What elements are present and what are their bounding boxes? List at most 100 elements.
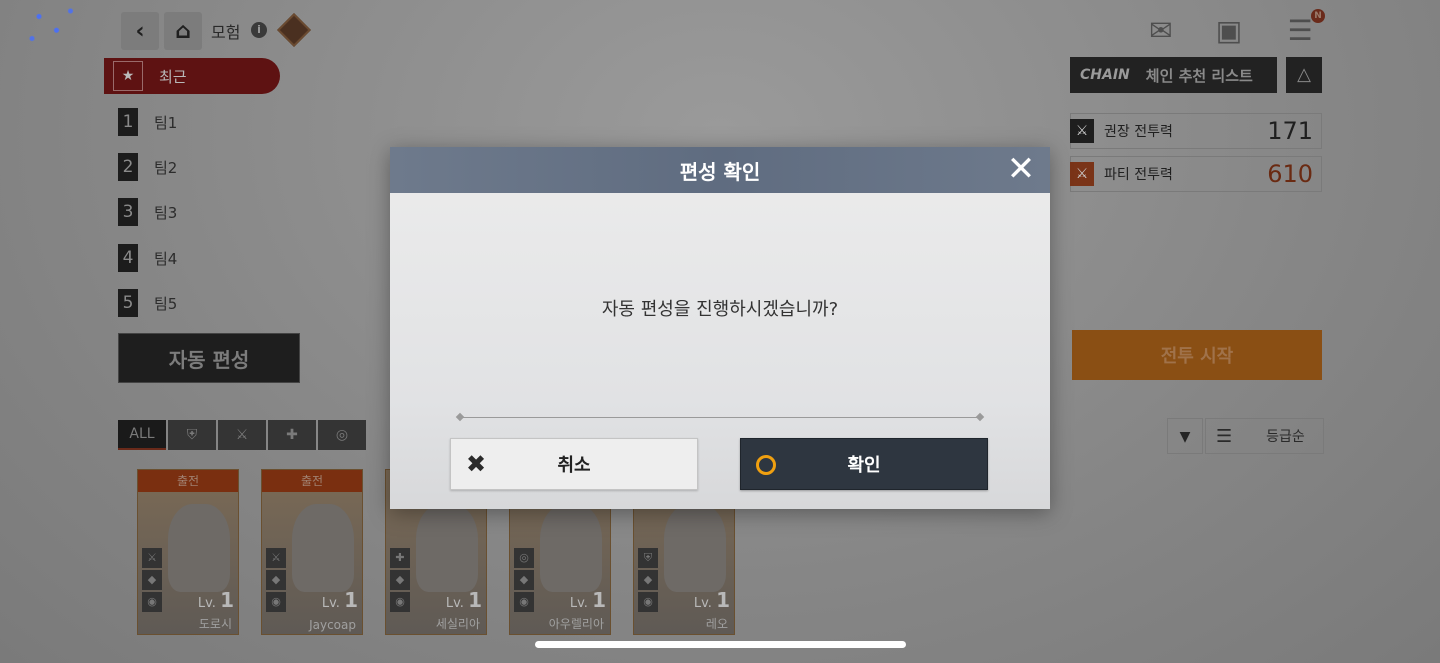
class-icon: ◉: [142, 592, 162, 612]
back-button[interactable]: ‹: [121, 12, 159, 50]
character-name: 레오: [705, 617, 728, 631]
team-number: 2: [118, 153, 138, 181]
sort-label: 등급순: [1266, 429, 1305, 445]
dialog-header: 편성 확인 ✕: [390, 147, 1050, 193]
recent-tab[interactable]: ★ 최근: [104, 58, 280, 94]
sparkle-effect: [18, 0, 88, 55]
circle-icon: [741, 450, 791, 478]
party-power-label: 파티 전투력: [1104, 167, 1173, 183]
shield-icon: ⛨: [186, 427, 198, 443]
filter-healer[interactable]: ✚: [268, 420, 316, 450]
mail-icon[interactable]: ✉: [1143, 14, 1179, 48]
chevron-left-icon: ‹: [135, 18, 145, 44]
chain-recommend-button[interactable]: CHAIN 체인 추천 리스트: [1070, 57, 1277, 93]
team-number: 4: [118, 244, 138, 272]
class-icon: ◉: [514, 592, 534, 612]
crossed-swords-icon: ⚔: [1070, 162, 1094, 186]
team-item-1[interactable]: 1 팀1: [118, 108, 177, 136]
character-card[interactable]: 출전 ⚔ ◆ ◉ Lv. 1 Jaycoap: [261, 469, 363, 635]
class-icon: ◉: [266, 592, 286, 612]
level-prefix: Lv.: [693, 596, 712, 611]
level-label: Lv. 1: [322, 588, 358, 612]
team-label: 팀2: [154, 158, 178, 177]
level-prefix: Lv.: [197, 596, 216, 611]
dialog-message: 자동 편성을 진행하시겠습니까?: [601, 299, 839, 320]
character-portrait: [168, 504, 230, 592]
triangle-down-icon: ▼: [1179, 429, 1191, 445]
character-name: 도로시: [198, 617, 232, 631]
filter-all[interactable]: ALL: [118, 420, 166, 450]
x-icon: ✖: [465, 450, 487, 478]
team-item-3[interactable]: 3 팀3: [118, 198, 177, 226]
cross-icon: ✚: [390, 548, 410, 568]
level-value: 1: [468, 588, 482, 612]
level-label: Lv. 1: [570, 588, 606, 612]
level-prefix: Lv.: [569, 596, 588, 611]
dialog-title: 편성 확인: [679, 159, 761, 184]
class-icon: ◉: [390, 592, 410, 612]
sword-icon: ⚔: [142, 548, 162, 568]
element-icon: ◆: [638, 570, 658, 590]
level-value: 1: [344, 588, 358, 612]
character-portrait: [540, 504, 602, 592]
team-number: 3: [118, 198, 138, 226]
sword-icon: ⚔: [266, 548, 286, 568]
divider: [460, 417, 980, 418]
page-title: 모험: [211, 23, 241, 42]
close-icon[interactable]: ✕: [1004, 152, 1038, 187]
element-icon: ◆: [142, 570, 162, 590]
level-value: 1: [716, 588, 730, 612]
deploy-label: 출전: [138, 470, 238, 492]
share-button[interactable]: △: [1286, 57, 1322, 93]
recent-tab-label: 최근: [159, 67, 187, 86]
character-card[interactable]: 출전 ⚔ ◆ ◉ Lv. 1 도로시: [137, 469, 239, 635]
party-power-value: 610: [1267, 160, 1313, 188]
new-badge: N: [1311, 9, 1325, 23]
level-prefix: Lv.: [445, 596, 464, 611]
battle-start-button[interactable]: 전투 시작: [1072, 330, 1322, 380]
sort-icon: ☰: [1216, 425, 1233, 447]
crossed-swords-icon: ⚔: [1070, 119, 1094, 143]
character-portrait: [664, 504, 726, 592]
chain-logo: CHAIN: [1080, 67, 1130, 83]
team-label: 팀5: [154, 294, 178, 313]
backpack-icon[interactable]: ▣: [1211, 14, 1247, 48]
recommended-power-row: ⚔ 권장 전투력 171: [1070, 113, 1322, 149]
team-label: 팀4: [154, 249, 178, 268]
level-value: 1: [592, 588, 606, 612]
role-filter-bar: ALL ⛨ ⚔ ✚ ◎: [118, 420, 366, 450]
team-number: 5: [118, 289, 138, 317]
target-icon: ◎: [514, 548, 534, 568]
confirm-dialog: 편성 확인 ✕ 자동 편성을 진행하시겠습니까? ✖ 취소 확인: [390, 147, 1050, 509]
element-icon: ◆: [514, 570, 534, 590]
level-label: Lv. 1: [198, 588, 234, 612]
star-icon: ★: [113, 61, 143, 91]
team-label: 팀1: [154, 113, 178, 132]
home-indicator[interactable]: [535, 641, 906, 648]
cancel-button[interactable]: ✖ 취소: [450, 438, 698, 490]
info-icon[interactable]: i: [251, 22, 267, 38]
confirm-button[interactable]: 확인: [740, 438, 988, 490]
team-item-2[interactable]: 2 팀2: [118, 153, 177, 181]
character-portrait: [416, 504, 478, 592]
character-name: 아우렐리아: [548, 617, 604, 631]
home-button[interactable]: ⌂: [164, 12, 202, 50]
sort-button[interactable]: ☰ 등급순: [1205, 418, 1324, 454]
character-name: Jaycoap: [309, 618, 356, 632]
deploy-label: 출전: [262, 470, 362, 492]
filter-support[interactable]: ◎: [318, 420, 366, 450]
recommended-power-value: 171: [1267, 117, 1313, 145]
auto-formation-button[interactable]: 자동 편성: [118, 333, 300, 383]
filter-attacker[interactable]: ⚔: [218, 420, 266, 450]
team-item-4[interactable]: 4 팀4: [118, 244, 177, 272]
share-icon: △: [1297, 64, 1311, 85]
class-icon: ◉: [638, 592, 658, 612]
character-portrait: [292, 504, 354, 592]
level-label: Lv. 1: [694, 588, 730, 612]
filter-defender[interactable]: ⛨: [168, 420, 216, 450]
team-number: 1: [118, 108, 138, 136]
sort-order-toggle[interactable]: ▼: [1167, 418, 1203, 454]
element-icon: ◆: [390, 570, 410, 590]
element-icon: ◆: [266, 570, 286, 590]
team-item-5[interactable]: 5 팀5: [118, 289, 177, 317]
